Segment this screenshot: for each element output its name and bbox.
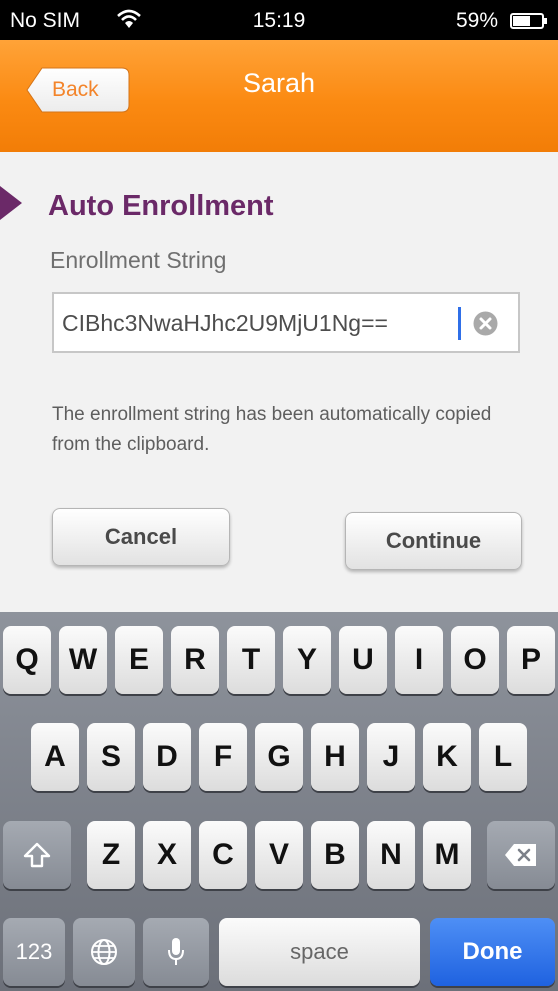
key-m[interactable]: M (423, 821, 471, 889)
key-e[interactable]: E (115, 626, 163, 694)
numbers-key[interactable]: 123 (3, 918, 65, 986)
navigation-bar: Back Sarah (0, 40, 558, 152)
enrollment-string-label: Enrollment String (50, 247, 227, 273)
key-h[interactable]: H (311, 723, 359, 791)
key-p[interactable]: P (507, 626, 555, 694)
clipboard-hint: The enrollment string has been automatic… (52, 404, 492, 455)
key-u[interactable]: U (339, 626, 387, 694)
key-q[interactable]: Q (3, 626, 51, 694)
clear-icon[interactable] (473, 311, 498, 336)
battery-icon (510, 13, 547, 29)
key-w[interactable]: W (59, 626, 107, 694)
dictation-key[interactable] (143, 918, 209, 986)
text-cursor (458, 307, 461, 340)
enrollment-form: Auto Enrollment Enrollment String CIBhc3… (0, 152, 558, 612)
key-v[interactable]: V (255, 821, 303, 889)
globe-key[interactable] (73, 918, 135, 986)
key-n[interactable]: N (367, 821, 415, 889)
backspace-key[interactable] (487, 821, 555, 889)
key-r[interactable]: R (171, 626, 219, 694)
key-t[interactable]: T (227, 626, 275, 694)
done-key[interactable]: Done (430, 918, 555, 986)
space-key[interactable]: space (219, 918, 420, 986)
section-title: Auto Enrollment (48, 190, 274, 222)
microphone-icon (168, 938, 184, 965)
enrollment-string-value: CIBhc3NwaHJhc2U9MjU1Ng== (62, 310, 388, 336)
key-y[interactable]: Y (283, 626, 331, 694)
key-i[interactable]: I (395, 626, 443, 694)
shift-key[interactable] (3, 821, 71, 889)
battery-percent: 59% (455, 9, 498, 32)
key-c[interactable]: C (199, 821, 247, 889)
status-bar: No SIM 15:19 59% (0, 0, 558, 40)
key-o[interactable]: O (451, 626, 499, 694)
cancel-button[interactable]: Cancel (52, 508, 230, 566)
key-f[interactable]: F (199, 723, 247, 791)
globe-icon (91, 939, 117, 965)
continue-button[interactable]: Continue (345, 512, 522, 570)
key-l[interactable]: L (479, 723, 527, 791)
key-j[interactable]: J (367, 723, 415, 791)
key-a[interactable]: A (31, 723, 79, 791)
key-z[interactable]: Z (87, 821, 135, 889)
key-k[interactable]: K (423, 723, 471, 791)
page-title: Sarah (242, 68, 316, 98)
screen: No SIM 15:19 59% Back Sarah Auto Enrollm… (0, 0, 558, 991)
key-b[interactable]: B (311, 821, 359, 889)
backspace-icon (505, 844, 536, 866)
enrollment-string-field[interactable]: CIBhc3NwaHJhc2U9MjU1Ng== (52, 292, 520, 353)
key-d[interactable]: D (143, 723, 191, 791)
shift-icon (23, 842, 51, 868)
key-s[interactable]: S (87, 723, 135, 791)
key-x[interactable]: X (143, 821, 191, 889)
key-g[interactable]: G (255, 723, 303, 791)
keyboard: Q W E R T Y U I O P A S D F G H J K L Z … (0, 612, 558, 991)
section-marker-icon (0, 186, 22, 220)
